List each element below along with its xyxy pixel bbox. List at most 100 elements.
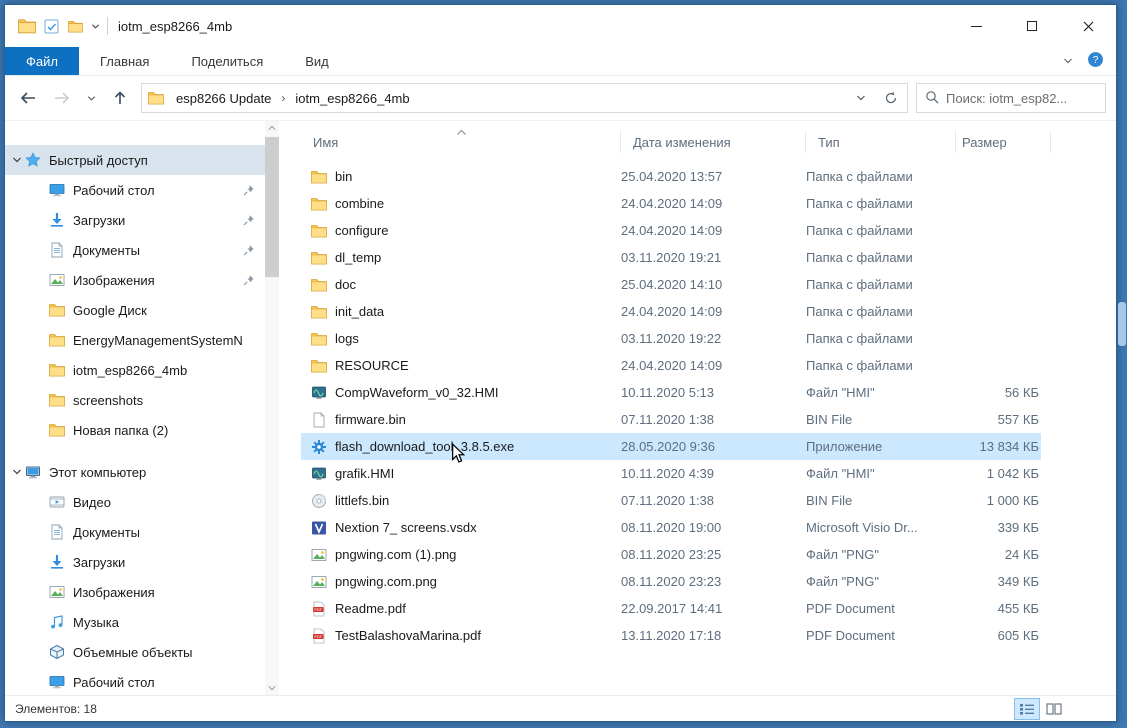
- sidebar-item-video[interactable]: Видео: [5, 487, 265, 517]
- tab-home[interactable]: Главная: [79, 47, 170, 75]
- sidebar-item-quick-access[interactable]: Быстрый доступ: [5, 145, 265, 175]
- sidebar-item-screenshots[interactable]: screenshots: [5, 385, 265, 415]
- file-date: 10.11.2020 5:13: [621, 385, 806, 400]
- file-row[interactable]: firmware.bin07.11.2020 1:38BIN File557 К…: [301, 406, 1041, 433]
- file-name: logs: [335, 331, 359, 346]
- search-box[interactable]: Поиск: iotm_esp82...: [916, 83, 1106, 113]
- sort-ascending-icon[interactable]: [456, 124, 467, 139]
- file-type: Папка с файлами: [806, 223, 956, 238]
- tab-view[interactable]: Вид: [284, 47, 350, 75]
- file-row[interactable]: PDFReadme.pdf22.09.2017 14:41PDF Documen…: [301, 595, 1041, 622]
- expander-chevron-icon[interactable]: [9, 155, 25, 165]
- file-row[interactable]: logs03.11.2020 19:22Папка с файлами: [301, 325, 1041, 352]
- sidebar-item-label: Быстрый доступ: [49, 153, 261, 168]
- tab-file[interactable]: Файл: [5, 47, 79, 75]
- file-row[interactable]: RESOURCE24.04.2020 14:09Папка с файлами: [301, 352, 1041, 379]
- ribbon-expand-chevron-icon[interactable]: [1063, 54, 1073, 69]
- tab-share[interactable]: Поделиться: [170, 47, 284, 75]
- titlebar[interactable]: iotm_esp8266_4mb: [5, 5, 1116, 47]
- file-row[interactable]: dl_temp03.11.2020 19:21Папка с файлами: [301, 244, 1041, 271]
- file-name: Readme.pdf: [335, 601, 406, 616]
- file-type: Файл "PNG": [806, 547, 956, 562]
- qat-customize-chevron-icon[interactable]: [87, 14, 103, 38]
- breadcrumb-item[interactable]: iotm_esp8266_4mb: [289, 91, 415, 106]
- file-name: littlefs.bin: [335, 493, 389, 508]
- column-header-date[interactable]: Дата изменения: [621, 131, 806, 153]
- folder-icon: [49, 332, 65, 348]
- file-name: doc: [335, 277, 356, 292]
- file-name-cell: flash_download_tool_3.8.5.exe: [301, 439, 621, 455]
- file-size: 24 КБ: [956, 547, 1041, 562]
- sidebar-item-documents-pinned[interactable]: Документы: [5, 235, 265, 265]
- details-view-button[interactable]: [1015, 699, 1039, 719]
- page-scrollbar-thumb[interactable]: [1118, 302, 1126, 346]
- breadcrumb-chevron-icon[interactable]: ›: [279, 91, 287, 105]
- up-button[interactable]: [107, 85, 133, 111]
- sidebar-scrollbar-thumb[interactable]: [265, 137, 279, 277]
- search-placeholder: Поиск: iotm_esp82...: [946, 91, 1067, 106]
- file-size: 13 834 КБ: [956, 439, 1041, 454]
- sidebar-item-downloads[interactable]: Загрузки: [5, 547, 265, 577]
- address-bar[interactable]: esp8266 Update › iotm_esp8266_4mb: [141, 83, 908, 113]
- file-row[interactable]: configure24.04.2020 14:09Папка с файлами: [301, 217, 1041, 244]
- file-type: Папка с файлами: [806, 277, 956, 292]
- sidebar-item-pictures-pinned[interactable]: Изображения: [5, 265, 265, 295]
- sidebar-item-this-pc[interactable]: Этот компьютер: [5, 457, 265, 487]
- close-icon: [1083, 21, 1094, 32]
- sidebar-item-pictures[interactable]: Изображения: [5, 577, 265, 607]
- sidebar-item-new-folder-2[interactable]: Новая папка (2): [5, 415, 265, 445]
- file-name-cell: PDFTestBalashovaMarina.pdf: [301, 628, 621, 644]
- explorer-app-icon: [15, 14, 39, 38]
- address-dropdown-chevron-icon[interactable]: [847, 85, 875, 111]
- file-row[interactable]: PDFTestBalashovaMarina.pdf13.11.2020 17:…: [301, 622, 1041, 649]
- sidebar-item-desktop-pinned[interactable]: Рабочий стол: [5, 175, 265, 205]
- sidebar-item-documents[interactable]: Документы: [5, 517, 265, 547]
- refresh-icon[interactable]: [877, 85, 905, 111]
- back-button[interactable]: [15, 85, 41, 111]
- file-row[interactable]: pngwing.com.png08.11.2020 23:23Файл "PNG…: [301, 568, 1041, 595]
- file-date: 25.04.2020 13:57: [621, 169, 806, 184]
- scroll-down-icon[interactable]: [268, 681, 276, 695]
- file-row[interactable]: littlefs.bin07.11.2020 1:38BIN File1 000…: [301, 487, 1041, 514]
- file-name: bin: [335, 169, 352, 184]
- minimize-button[interactable]: [948, 5, 1004, 47]
- qat-properties-icon[interactable]: [39, 14, 63, 38]
- file-row[interactable]: combine24.04.2020 14:09Папка с файлами: [301, 190, 1041, 217]
- forward-button[interactable]: [49, 85, 75, 111]
- file-date: 07.11.2020 1:38: [621, 493, 806, 508]
- sidebar-item-energy-management[interactable]: EnergyManagementSystemN: [5, 325, 265, 355]
- file-row[interactable]: CompWaveform_v0_32.HMI10.11.2020 5:13Фай…: [301, 379, 1041, 406]
- file-row[interactable]: flash_download_tool_3.8.5.exe28.05.2020 …: [301, 433, 1041, 460]
- sidebar-item-music[interactable]: Музыка: [5, 607, 265, 637]
- thumbnails-view-button[interactable]: [1042, 699, 1066, 719]
- sidebar-scrollbar[interactable]: [265, 121, 279, 695]
- file-date: 08.11.2020 23:25: [621, 547, 806, 562]
- file-name-cell: PDFReadme.pdf: [301, 601, 621, 617]
- music-icon: [49, 614, 65, 630]
- sidebar-item-desktop[interactable]: Рабочий стол: [5, 667, 265, 695]
- file-name-cell: firmware.bin: [301, 412, 621, 428]
- sidebar-item-iotm-esp8266-4mb[interactable]: iotm_esp8266_4mb: [5, 355, 265, 385]
- file-name: pngwing.com (1).png: [335, 547, 456, 562]
- scroll-up-icon[interactable]: [268, 121, 276, 135]
- file-row[interactable]: bin25.04.2020 13:57Папка с файлами: [301, 163, 1041, 190]
- file-row[interactable]: init_data24.04.2020 14:09Папка с файлами: [301, 298, 1041, 325]
- qat-new-folder-icon[interactable]: [63, 14, 87, 38]
- column-header-type[interactable]: Тип: [806, 131, 956, 153]
- sidebar-item-downloads-pinned[interactable]: Загрузки: [5, 205, 265, 235]
- file-row[interactable]: doc25.04.2020 14:10Папка с файлами: [301, 271, 1041, 298]
- file-row[interactable]: grafik.HMI10.11.2020 4:39Файл "HMI"1 042…: [301, 460, 1041, 487]
- expander-chevron-icon[interactable]: [9, 467, 25, 477]
- view-toggles: [1015, 699, 1106, 719]
- maximize-button[interactable]: [1004, 5, 1060, 47]
- sidebar-item-google-disk[interactable]: Google Диск: [5, 295, 265, 325]
- sidebar-item-objects-3d[interactable]: Объемные объекты: [5, 637, 265, 667]
- recent-locations-chevron-icon[interactable]: [83, 85, 99, 111]
- file-row[interactable]: Nextion 7_ screens.vsdx08.11.2020 19:00M…: [301, 514, 1041, 541]
- column-header-size[interactable]: Размер: [956, 131, 1051, 153]
- breadcrumb-item[interactable]: esp8266 Update: [170, 91, 277, 106]
- close-button[interactable]: [1060, 5, 1116, 47]
- file-row[interactable]: pngwing.com (1).png 08.11.2020 23:25Файл …: [301, 541, 1041, 568]
- help-icon[interactable]: ?: [1087, 51, 1104, 71]
- folder-icon: [311, 223, 327, 239]
